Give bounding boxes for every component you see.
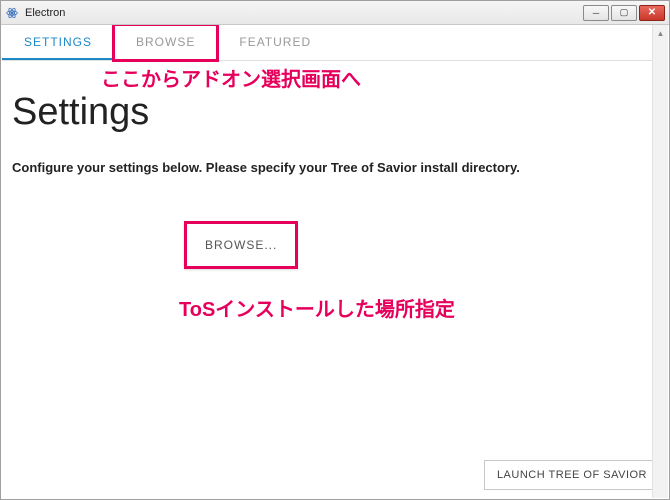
tab-browse[interactable]: BROWSE — [114, 25, 217, 60]
app-window: Electron ─ ▢ ✕ SETTINGS BROWSE FEATURED … — [0, 0, 670, 500]
close-button[interactable]: ✕ — [639, 5, 665, 21]
content-area: SETTINGS BROWSE FEATURED Settings Config… — [2, 25, 668, 498]
title-left: Electron — [5, 6, 65, 20]
window-controls: ─ ▢ ✕ — [583, 5, 665, 21]
vertical-scrollbar[interactable]: ▲ — [652, 25, 668, 498]
window-title: Electron — [25, 7, 65, 19]
scroll-up-icon[interactable]: ▲ — [653, 25, 668, 41]
page-description: Configure your settings below. Please sp… — [12, 160, 658, 175]
page-body: Settings Configure your settings below. … — [2, 61, 668, 269]
browse-button[interactable]: BROWSE... — [184, 221, 298, 269]
launch-button[interactable]: LAUNCH TREE OF SAVIOR — [484, 460, 660, 490]
tab-settings[interactable]: SETTINGS — [2, 25, 114, 60]
minimize-button[interactable]: ─ — [583, 5, 609, 21]
browse-button-wrap: BROWSE... — [184, 221, 298, 269]
titlebar[interactable]: Electron ─ ▢ ✕ — [1, 1, 669, 25]
app-icon — [5, 6, 19, 20]
tab-bar: SETTINGS BROWSE FEATURED — [2, 25, 668, 61]
page-title: Settings — [12, 91, 658, 134]
tab-featured[interactable]: FEATURED — [217, 25, 333, 60]
maximize-button[interactable]: ▢ — [611, 5, 637, 21]
